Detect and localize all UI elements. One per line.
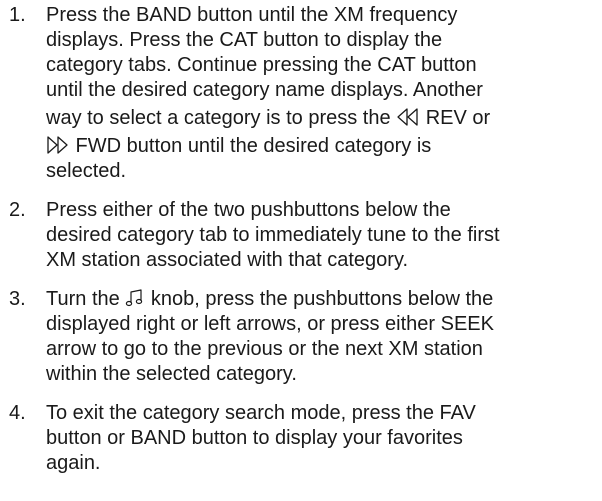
step-1: 1. Press the BAND button until the XM fr… [0,3,602,184]
step-line: within the selected category. [46,363,297,385]
step-line: XM station associated with that category… [46,249,409,271]
step-2: 2. Press either of the two pushbuttons b… [0,198,602,273]
line-text: Turn the [46,288,126,310]
music-note-icon [125,288,145,308]
step-line: displayed right or left arrows, or press… [46,313,494,335]
step-text: Press the BAND button until the XM frequ… [46,3,594,184]
step-line: category tabs. Continue pressing the CAT… [46,54,477,76]
step-line: way to select a category is to press the… [46,103,594,131]
step-number: 2. [9,199,26,221]
step-3: 3. Turn the knob, press the pushbuttons … [0,287,602,387]
step-line: again. [46,452,101,474]
step-line: Press either of the two pushbuttons belo… [46,199,451,221]
line-text: FWD button until the desired category is [70,135,432,157]
step-line: FWD button until the desired category is [46,131,594,159]
step-text: To exit the category search mode, press … [46,401,594,476]
line-text: REV or [420,107,491,129]
step-line: desired category tab to immediately tune… [46,224,500,246]
step-line: selected. [46,160,127,182]
rewind-icon [396,107,420,127]
step-number: 1. [9,4,26,26]
step-number: 4. [9,402,26,424]
step-line: Turn the knob, press the pushbuttons bel… [46,287,594,312]
line-text: knob, press the pushbuttons below the [145,288,494,310]
fast-forward-icon [46,135,70,155]
step-number: 3. [9,288,26,310]
line-text: way to select a category is to press the [46,107,397,129]
step-line: Press the BAND button until the XM frequ… [46,4,458,26]
step-line: To exit the category search mode, press … [46,402,476,424]
step-line: until the desired category name displays… [46,79,483,101]
instruction-list: 1. Press the BAND button until the XM fr… [0,3,602,490]
step-line: button or BAND button to display your fa… [46,427,463,449]
step-text: Press either of the two pushbuttons belo… [46,198,594,273]
step-text: Turn the knob, press the pushbuttons bel… [46,287,594,387]
step-line: displays. Press the CAT button to displa… [46,29,443,51]
step-line: arrow to go to the previous or the next … [46,338,483,360]
step-4: 4. To exit the category search mode, pre… [0,401,602,476]
